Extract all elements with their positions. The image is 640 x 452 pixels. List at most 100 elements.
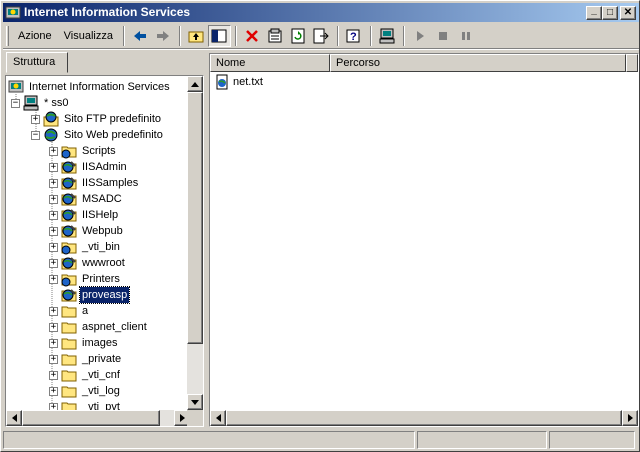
- help-button[interactable]: ?: [343, 25, 366, 47]
- web-app-folder-icon: [61, 223, 77, 239]
- web-app-folder-icon: [61, 159, 77, 175]
- expand-icon[interactable]: +: [49, 242, 58, 252]
- expand-icon[interactable]: +: [49, 354, 58, 364]
- toolbar-separator: [336, 26, 339, 46]
- menu-action[interactable]: Azione: [12, 26, 58, 46]
- tree-node-folder[interactable]: proveasp: [61, 286, 131, 304]
- expand-icon[interactable]: +: [49, 146, 58, 156]
- tree-node-server[interactable]: − * ss0: [11, 95, 70, 111]
- export-list-button[interactable]: [310, 25, 333, 47]
- forward-button[interactable]: [152, 25, 175, 47]
- expand-icon[interactable]: +: [49, 194, 58, 204]
- tab-tree[interactable]: Struttura: [6, 52, 68, 73]
- pause-button[interactable]: [455, 25, 478, 47]
- scroll-down-button[interactable]: [187, 394, 203, 410]
- title-bar[interactable]: Internet Information Services _ □ ✕: [3, 3, 639, 22]
- tree-node-folder[interactable]: + IISSamples: [49, 175, 140, 191]
- tree-node-folder[interactable]: + aspnet_client: [49, 319, 149, 335]
- start-button[interactable]: [409, 25, 432, 47]
- list-horizontal-thumb[interactable]: [226, 410, 622, 426]
- delete-button[interactable]: [241, 25, 264, 47]
- scroll-left-button[interactable]: [6, 410, 22, 426]
- minimize-button[interactable]: _: [586, 6, 602, 20]
- expand-icon[interactable]: +: [49, 338, 58, 348]
- expand-icon[interactable]: +: [31, 114, 40, 124]
- expand-icon[interactable]: +: [49, 274, 58, 284]
- stop-button[interactable]: [432, 25, 455, 47]
- tree-node-folder[interactable]: + IISHelp: [49, 207, 120, 223]
- tree-node-ftp-site[interactable]: + Sito FTP predefinito: [31, 111, 163, 127]
- collapse-icon[interactable]: −: [31, 130, 40, 140]
- toolbar-separator: [234, 26, 237, 46]
- expand-icon[interactable]: +: [49, 210, 58, 220]
- scroll-up-button[interactable]: [187, 76, 203, 92]
- tree-node-folder[interactable]: + images: [49, 335, 119, 351]
- tree-vertical-scrollbar[interactable]: [187, 76, 203, 410]
- tree-node-folder[interactable]: + wwwroot: [49, 255, 127, 271]
- column-header-path[interactable]: Percorso: [330, 54, 626, 72]
- computer-button[interactable]: [376, 25, 399, 47]
- properties-button[interactable]: [264, 25, 287, 47]
- tree-node-folder[interactable]: + a: [49, 303, 90, 319]
- text-file-icon: [214, 74, 230, 90]
- maximize-icon: □: [606, 7, 614, 18]
- scroll-left-button[interactable]: [210, 410, 226, 426]
- maximize-button[interactable]: □: [602, 6, 618, 20]
- tree-node-folder[interactable]: + MSADC: [49, 191, 124, 207]
- tree-node-label: aspnet_client: [82, 321, 147, 333]
- web-site-globe-icon: [43, 127, 59, 143]
- tree-node-folder[interactable]: + IISAdmin: [49, 159, 129, 175]
- expand-icon[interactable]: +: [49, 402, 58, 410]
- tree-node-folder[interactable]: + Webpub: [49, 223, 125, 239]
- expand-icon[interactable]: +: [49, 226, 58, 236]
- menu-action-label: Azione: [18, 30, 52, 42]
- expand-icon[interactable]: +: [49, 162, 58, 172]
- tree-node-web-site[interactable]: − Sito Web predefinito: [31, 127, 165, 143]
- tree-node-folder[interactable]: + Printers: [49, 271, 122, 287]
- tree-node-label: Sito FTP predefinito: [64, 113, 162, 125]
- tree-horizontal-scrollbar[interactable]: [6, 410, 190, 426]
- tree-node-folder[interactable]: + _vti_log: [49, 383, 122, 399]
- column-header-name[interactable]: Nome: [210, 54, 330, 72]
- tree-node-folder[interactable]: + _vti_bin: [49, 239, 122, 255]
- expand-icon[interactable]: +: [49, 370, 58, 380]
- tree-node-label: _vti_cnf: [82, 369, 120, 381]
- collapse-icon[interactable]: −: [11, 98, 20, 108]
- tree-view[interactable]: Internet Information Services − * ss0 + …: [6, 76, 190, 410]
- back-button[interactable]: [129, 25, 152, 47]
- tree-node-folder[interactable]: + _private: [49, 351, 123, 367]
- refresh-icon: [291, 28, 305, 44]
- close-button[interactable]: ✕: [620, 6, 636, 20]
- expand-icon[interactable]: +: [49, 322, 58, 332]
- list-item[interactable]: net.txt: [214, 74, 263, 90]
- scroll-right-button[interactable]: [622, 410, 638, 426]
- tree-horizontal-thumb[interactable]: [22, 410, 160, 426]
- svg-text:?: ?: [350, 31, 357, 43]
- menu-view[interactable]: Visualizza: [58, 26, 119, 46]
- delete-icon: [246, 30, 259, 42]
- window-title: Internet Information Services: [24, 5, 191, 19]
- tree-node-folder[interactable]: + Scripts: [49, 143, 118, 159]
- tree-node-label: MSADC: [82, 193, 122, 205]
- toolbar-grip[interactable]: [6, 26, 9, 46]
- close-icon: ✕: [623, 7, 633, 18]
- expand-icon[interactable]: +: [49, 306, 58, 316]
- tree-node-root[interactable]: Internet Information Services: [8, 79, 172, 95]
- tree-node-folder[interactable]: + _vti_cnf: [49, 367, 122, 383]
- tree-vertical-thumb[interactable]: [187, 92, 203, 344]
- tab-tree-label: Struttura: [13, 56, 56, 68]
- list-pane: Nome Percorso net.txt: [209, 53, 639, 427]
- expand-icon[interactable]: +: [49, 178, 58, 188]
- up-level-button[interactable]: [185, 25, 208, 47]
- web-app-folder-icon: [61, 191, 77, 207]
- show-hide-tree-button[interactable]: [207, 25, 231, 47]
- expand-icon[interactable]: +: [49, 258, 58, 268]
- list-horizontal-scrollbar[interactable]: [210, 410, 638, 426]
- refresh-button[interactable]: [287, 25, 310, 47]
- toolbar-separator: [402, 26, 405, 46]
- server-computer-icon: [23, 95, 39, 111]
- folder-icon: [61, 383, 77, 399]
- tree-node-folder[interactable]: + _vti_pvt: [49, 399, 122, 410]
- expand-icon[interactable]: +: [49, 386, 58, 396]
- tree-node-label: proveasp: [78, 286, 131, 304]
